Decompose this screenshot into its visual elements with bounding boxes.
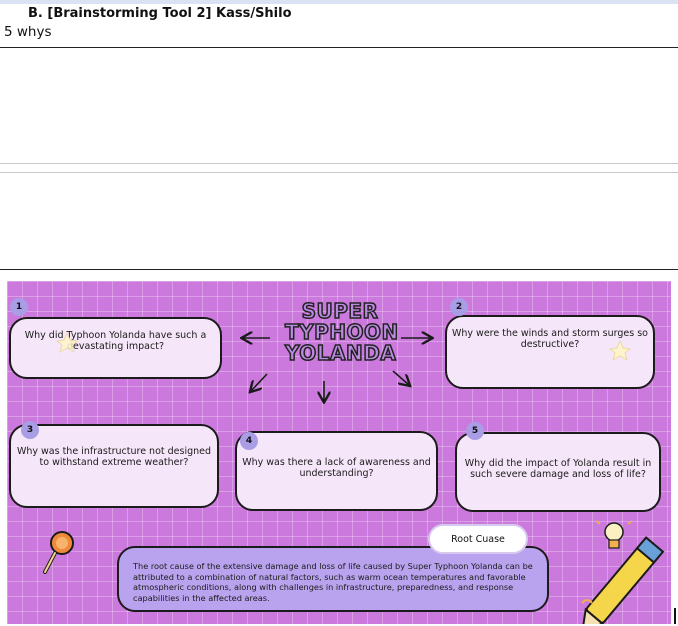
five-whys-canvas[interactable]: Why did Typhoon Yolanda have such a deva… [7, 281, 671, 624]
section-title: B. [Brainstorming Tool 2] Kass/Shilo [28, 6, 292, 21]
magnifier-icon [43, 531, 74, 574]
root-cause-text: The root cause of the extensive damage a… [133, 561, 533, 603]
root-cause-label: Root Cuase [428, 524, 528, 554]
divider-4 [0, 269, 678, 270]
lightbulb-icon [595, 520, 633, 549]
pencil-icon [581, 536, 665, 624]
top-strip [0, 0, 678, 4]
divider-2 [0, 163, 678, 164]
star-icon [608, 339, 632, 362]
text-cursor [674, 608, 676, 624]
root-cause-box: The root cause of the extensive damage a… [117, 546, 549, 612]
star-icon [55, 331, 79, 354]
section-subtitle: 5 whys [4, 24, 52, 40]
arrow-icon [251, 373, 268, 391]
divider-3 [0, 172, 678, 173]
arrow-icon [392, 370, 409, 385]
divider-1 [0, 47, 678, 48]
